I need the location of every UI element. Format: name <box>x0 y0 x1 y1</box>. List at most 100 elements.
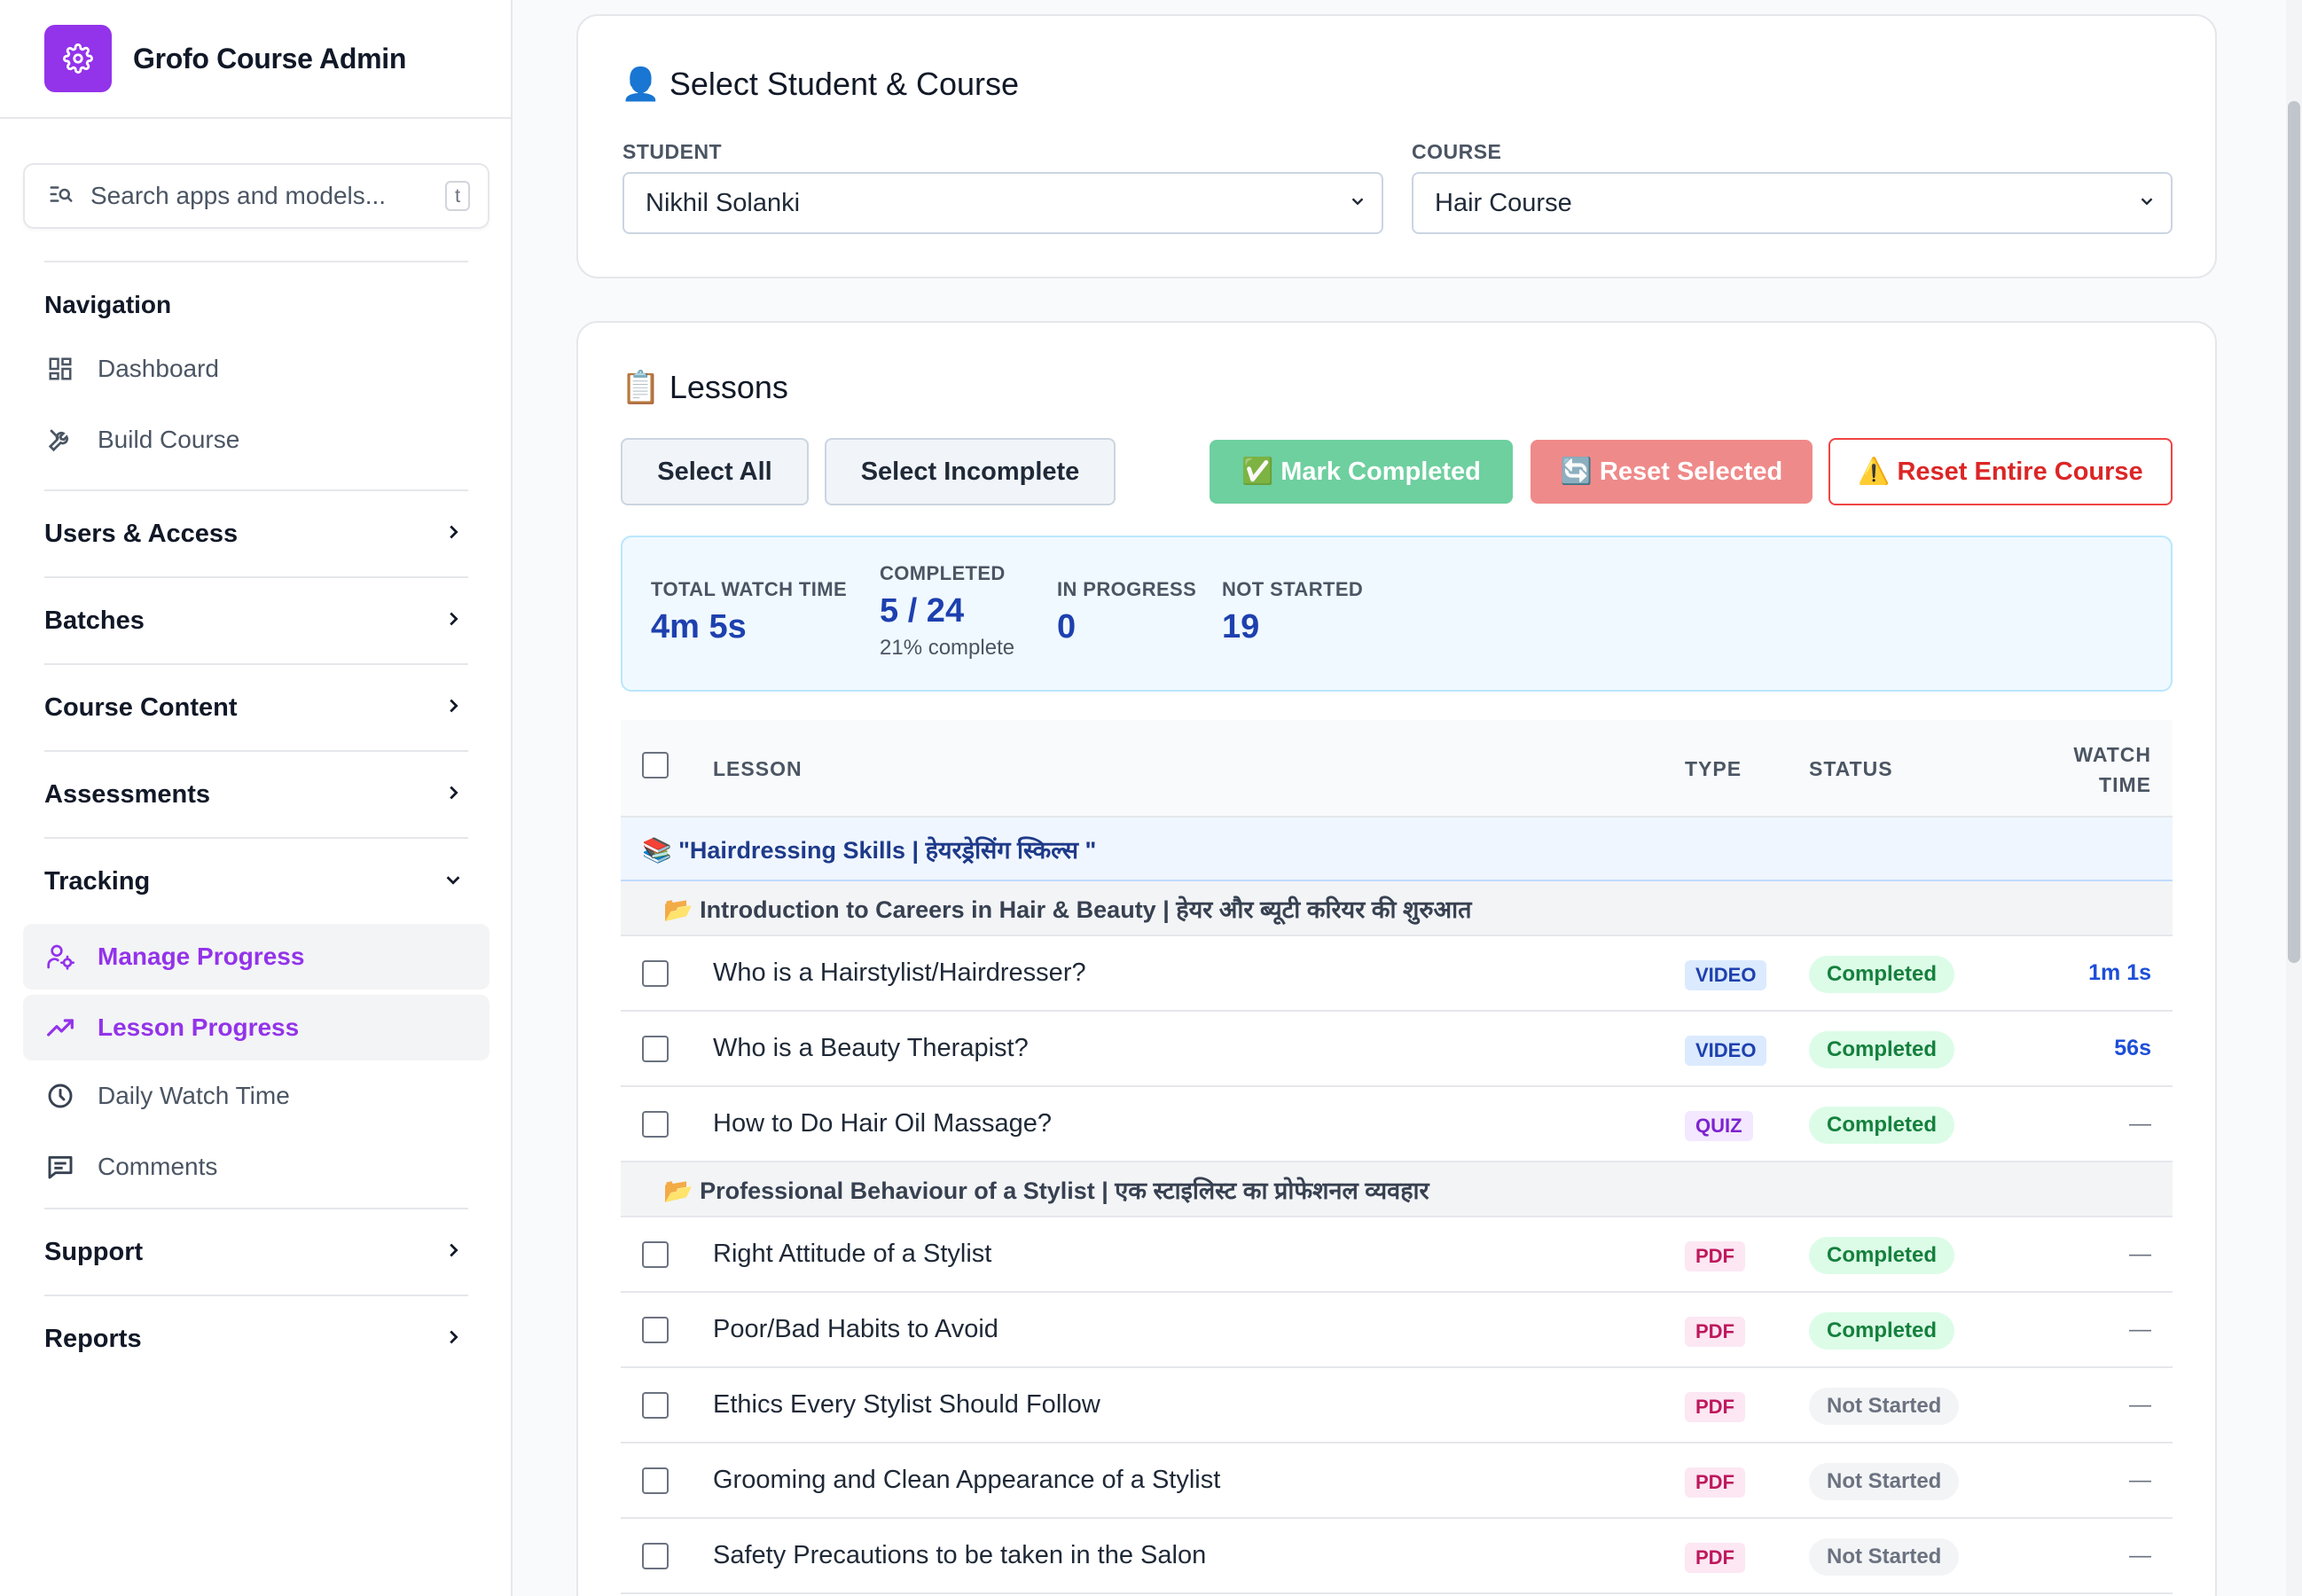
row-checkbox[interactable] <box>642 1111 669 1138</box>
stat-completed: COMPLETED 5 / 24 21% complete <box>880 562 1014 661</box>
sidebar-item-comments[interactable]: Comments <box>0 1131 513 1202</box>
card-title-text: Select Student & Course <box>669 66 1020 102</box>
card-title-text: Lessons <box>669 369 788 405</box>
table-row[interactable]: Grooming and Clean Appearance of a Styli… <box>621 1443 2173 1519</box>
group-label: Batches <box>44 606 145 635</box>
group-label: Reports <box>44 1324 142 1353</box>
select-incomplete-button[interactable]: Select Incomplete <box>825 438 1116 505</box>
table-row[interactable]: Ethics Every Stylist Should Follow PDF N… <box>621 1368 2173 1443</box>
watch-time: — <box>2129 1543 2151 1568</box>
status-badge: Completed <box>1809 956 1955 993</box>
header-lesson: LESSON <box>713 757 803 780</box>
stat-value: 19 <box>1222 608 1260 645</box>
mark-completed-button[interactable]: ✅ Mark Completed <box>1210 440 1513 504</box>
tools-icon <box>44 424 76 456</box>
lesson-name: Who is a Beauty Therapist? <box>713 1034 1029 1062</box>
sidebar-group-course-content[interactable]: Course Content <box>0 665 513 750</box>
dashboard-icon <box>44 353 76 385</box>
watch-time: — <box>2129 1392 2151 1417</box>
lesson-name: Right Attitude of a Stylist <box>713 1240 992 1268</box>
course-select-value: Hair Course <box>1435 188 1572 217</box>
student-select-value: Nikhil Solanki <box>646 188 801 217</box>
row-checkbox[interactable] <box>642 1241 669 1268</box>
reset-selected-button[interactable]: 🔄 Reset Selected <box>1531 440 1813 504</box>
select-all-checkbox[interactable] <box>642 752 669 778</box>
trending-up-icon <box>44 1012 76 1044</box>
table-header: LESSON TYPE STATUS WATCH TIME <box>621 720 2173 818</box>
table-row[interactable]: Right Attitude of a Stylist PDF Complete… <box>621 1217 2173 1293</box>
user-icon: 👤 <box>621 66 661 102</box>
scrollbar-thumb[interactable] <box>2288 101 2300 963</box>
sidebar-group-reports[interactable]: Reports <box>0 1296 513 1381</box>
sidebar-group-support[interactable]: Support <box>0 1209 513 1295</box>
sidebar-item-manage-progress[interactable]: Manage Progress <box>23 924 489 990</box>
select-student-course-card: 👤 Select Student & Course STUDENT Nikhil… <box>576 14 2217 278</box>
table-row[interactable]: Safety Precautions to be taken in the Sa… <box>621 1519 2173 1594</box>
sidebar-group-assessments[interactable]: Assessments <box>0 752 513 837</box>
row-checkbox[interactable] <box>642 1036 669 1062</box>
search-input[interactable]: Search apps and models... t <box>23 163 489 229</box>
table-row[interactable]: Poor/Bad Habits to Avoid PDF Completed — <box>621 1293 2173 1368</box>
watch-time: — <box>2129 1467 2151 1492</box>
watch-time: 1m 1s <box>2088 960 2151 985</box>
type-badge: PDF <box>1685 1467 1745 1498</box>
status-badge: Not Started <box>1809 1388 1960 1425</box>
stat-subtext: 21% complete <box>880 636 1015 660</box>
sidebar-item-label: Daily Watch Time <box>98 1082 290 1109</box>
row-checkbox[interactable] <box>642 960 669 987</box>
sidebar-item-build-course[interactable]: Build Course <box>0 404 513 475</box>
table-row[interactable]: Who is a Beauty Therapist? VIDEO Complet… <box>621 1012 2173 1087</box>
course-select[interactable]: Hair Course <box>1412 172 2173 234</box>
settings-logo-icon[interactable] <box>44 25 112 92</box>
search-icon <box>48 181 74 212</box>
table-row[interactable]: How to Do Hair Oil Massage? QUIZ Complet… <box>621 1087 2173 1162</box>
sidebar-group-tracking[interactable]: Tracking <box>0 839 513 924</box>
lesson-name: Who is a Hairstylist/Hairdresser? <box>713 958 1086 987</box>
sidebar-item-daily-watch-time[interactable]: Daily Watch Time <box>0 1060 513 1131</box>
comment-icon <box>44 1151 76 1183</box>
sidebar-item-lesson-progress[interactable]: Lesson Progress <box>23 995 489 1060</box>
sidebar-item-dashboard[interactable]: Dashboard <box>0 333 513 404</box>
watch-time: — <box>2129 1317 2151 1342</box>
status-badge: Completed <box>1809 1031 1955 1068</box>
reset-entire-course-button[interactable]: ⚠️ Reset Entire Course <box>1828 438 2173 505</box>
sidebar-group-users-access[interactable]: Users & Access <box>0 491 513 576</box>
type-badge: QUIZ <box>1685 1111 1753 1141</box>
watch-time: — <box>2129 1241 2151 1266</box>
chevron-down-icon <box>443 867 463 896</box>
chevron-right-icon <box>443 780 463 810</box>
card-title: 📋 Lessons <box>621 369 788 406</box>
student-label: STUDENT <box>622 140 723 163</box>
chevron-right-icon <box>443 1325 463 1354</box>
sidebar-nav: Navigation Dashboard Build Course Users … <box>0 261 513 1381</box>
type-badge: PDF <box>1685 1317 1745 1347</box>
chevron-right-icon <box>443 606 463 636</box>
row-checkbox[interactable] <box>642 1392 669 1419</box>
header-watch-time: WATCH TIME <box>2073 739 2151 800</box>
status-badge: Not Started <box>1809 1463 1960 1500</box>
stat-value: 5 / 24 <box>880 592 965 630</box>
status-badge: Completed <box>1809 1312 1955 1350</box>
watch-time: 56s <box>2114 1036 2151 1060</box>
row-checkbox[interactable] <box>642 1543 669 1569</box>
card-title: 👤 Select Student & Course <box>621 66 1019 103</box>
stat-total-watch-time: TOTAL WATCH TIME 4m 5s <box>651 578 847 646</box>
select-all-button[interactable]: Select All <box>621 438 809 505</box>
sidebar-item-label: Lesson Progress <box>98 1013 300 1041</box>
table-row[interactable]: Who is a Hairstylist/Hairdresser? VIDEO … <box>621 936 2173 1012</box>
lesson-name: Ethics Every Stylist Should Follow <box>713 1390 1100 1419</box>
chevron-down-icon <box>2137 189 2157 218</box>
page-scrollbar[interactable] <box>2286 0 2302 1596</box>
row-checkbox[interactable] <box>642 1467 669 1494</box>
module-row: 📂 Professional Behaviour of a Stylist | … <box>621 1162 2173 1217</box>
nav-heading-navigation: Navigation <box>44 291 172 318</box>
lesson-name: How to Do Hair Oil Massage? <box>713 1109 1052 1138</box>
student-select[interactable]: Nikhil Solanki <box>622 172 1383 234</box>
user-gear-icon <box>44 941 76 973</box>
sidebar-group-batches[interactable]: Batches <box>0 578 513 663</box>
lesson-name: Grooming and Clean Appearance of a Styli… <box>713 1466 1221 1494</box>
lesson-name: Safety Precautions to be taken in the Sa… <box>713 1541 1207 1569</box>
row-checkbox[interactable] <box>642 1317 669 1343</box>
status-badge: Not Started <box>1809 1538 1960 1576</box>
chevron-down-icon <box>1348 189 1367 218</box>
